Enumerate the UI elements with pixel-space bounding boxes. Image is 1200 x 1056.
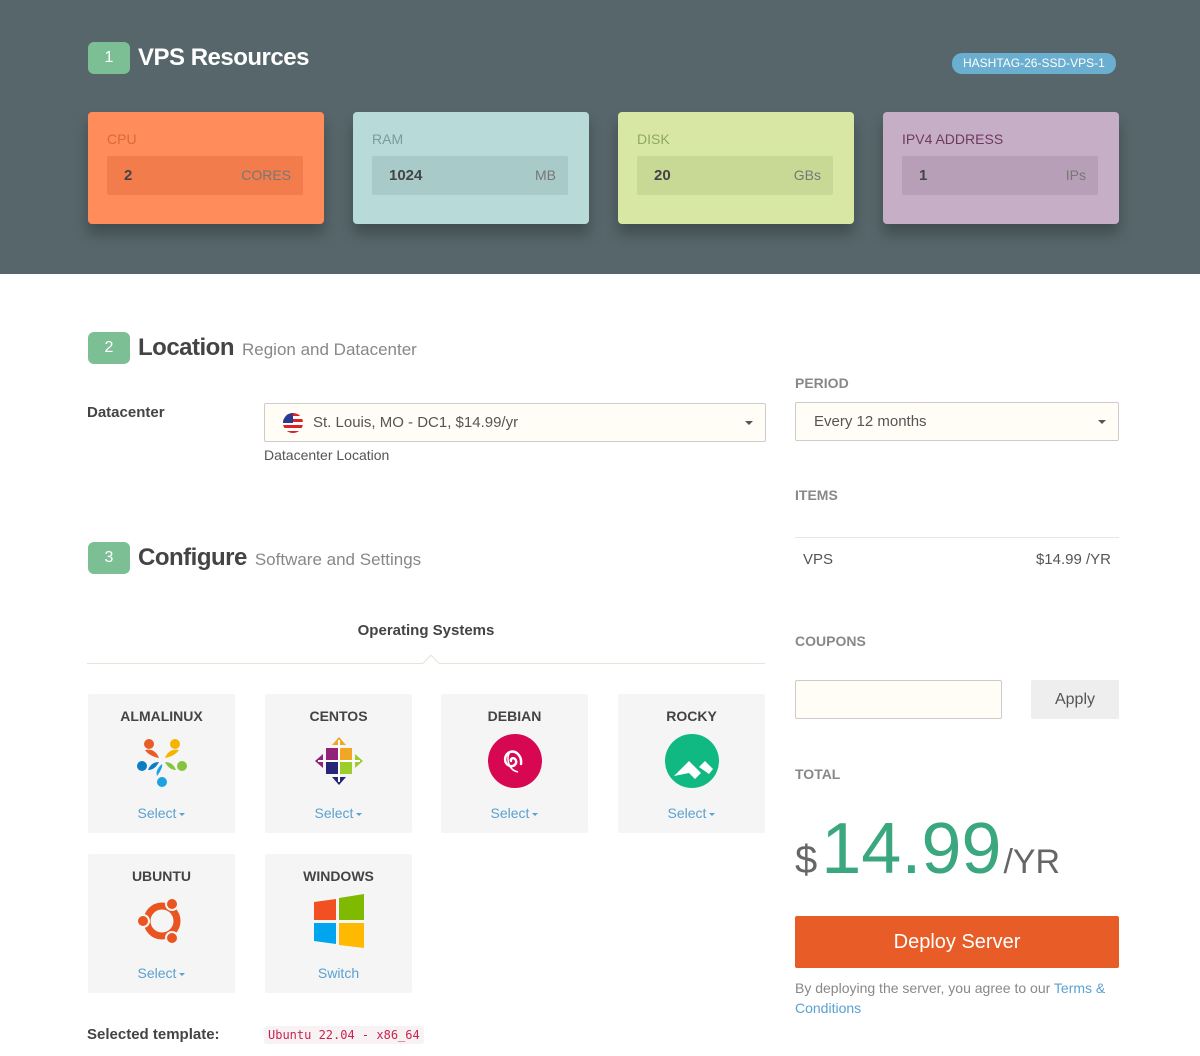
select-button[interactable]: Select [265, 805, 412, 821]
switch-button[interactable]: Switch [265, 965, 412, 981]
disk-value-box[interactable]: 20 GBs [637, 156, 833, 195]
total-price: $ 14.99 /YR [795, 808, 1060, 890]
datacenter-help: Datacenter Location [264, 447, 390, 463]
apply-button[interactable]: Apply [1031, 680, 1119, 719]
datacenter-value: St. Louis, MO - DC1, $14.99/yr [313, 414, 519, 431]
location-title-row: 2 Location Region and Datacenter [88, 332, 417, 364]
caret-down-icon [179, 972, 186, 976]
os-card-windows[interactable]: WINDOWS Switch [265, 854, 412, 993]
os-card-debian[interactable]: DEBIAN Select [441, 694, 588, 833]
period-label: PERIOD [795, 375, 849, 391]
cpu-label: CPU [107, 131, 137, 147]
cpu-value: 2 [124, 167, 133, 184]
datacenter-label: Datacenter [87, 404, 165, 421]
windows-icon [314, 894, 364, 948]
total-period: /YR [1003, 843, 1061, 881]
configure-title-row: 3 Configure Software and Settings [88, 542, 421, 574]
legal-notice: By deploying the server, you agree to ou… [795, 978, 1125, 1018]
tab-operating-systems[interactable]: Operating Systems [87, 622, 765, 639]
product-badge: HASHTAG-26-SSD-VPS-1 [952, 53, 1116, 74]
location-title: Location [138, 334, 235, 361]
location-subtitle: Region and Datacenter [242, 340, 417, 359]
debian-icon [488, 734, 542, 788]
rocky-icon [665, 734, 719, 788]
items-divider [795, 537, 1119, 538]
cpu-unit: CORES [241, 167, 291, 183]
os-name: WINDOWS [303, 868, 374, 884]
selected-template-label: Selected template: [87, 1026, 220, 1043]
os-card-rocky[interactable]: ROCKY Select [618, 694, 765, 833]
step-badge-3: 3 [88, 542, 130, 574]
step-badge-2: 2 [88, 332, 130, 364]
os-name: DEBIAN [487, 708, 542, 724]
ipv4-card: IPV4 ADDRESS 1 IPs [883, 112, 1119, 224]
select-button[interactable]: Select [88, 965, 235, 981]
ipv4-value: 1 [919, 167, 928, 184]
os-name: CENTOS [309, 708, 368, 724]
total-currency: $ [795, 838, 818, 882]
total-amount: 14.99 [821, 809, 1002, 889]
items-label: ITEMS [795, 487, 838, 503]
disk-value: 20 [654, 167, 671, 184]
item-name: VPS [803, 551, 834, 568]
centos-icon [315, 737, 363, 785]
select-button[interactable]: Select [88, 805, 235, 821]
caret-down-icon [709, 812, 716, 816]
ram-unit: MB [535, 167, 556, 183]
coupon-input[interactable] [795, 680, 1002, 719]
select-button[interactable]: Select [441, 805, 588, 821]
period-value: Every 12 months [814, 413, 927, 430]
ram-card: RAM 1024 MB [353, 112, 589, 224]
tab-active-indicator [422, 654, 440, 672]
configure-subtitle: Software and Settings [254, 550, 422, 569]
os-card-centos[interactable]: CENTOS Select [265, 694, 412, 833]
deploy-server-button[interactable]: Deploy Server [795, 916, 1119, 968]
os-name: ALMALINUX [120, 708, 203, 724]
configure-title: Configure [138, 544, 247, 571]
ipv4-label: IPV4 ADDRESS [902, 131, 1004, 147]
chevron-down-icon [1098, 420, 1106, 424]
ram-value-box[interactable]: 1024 MB [372, 156, 568, 195]
chevron-down-icon [745, 421, 753, 425]
ipv4-value-box[interactable]: 1 IPs [902, 156, 1098, 195]
us-flag-icon [283, 412, 303, 433]
caret-down-icon [532, 812, 539, 816]
ram-value: 1024 [389, 167, 423, 184]
disk-unit: GBs [793, 167, 821, 183]
ram-label: RAM [372, 131, 404, 147]
caret-down-icon [179, 812, 186, 816]
total-label: TOTAL [795, 766, 841, 782]
disk-label: DISK [637, 131, 670, 147]
coupons-label: COUPONS [795, 633, 866, 649]
selected-template-value: Ubuntu 22.04 - x86_64 [264, 1026, 424, 1044]
select-button[interactable]: Select [618, 805, 765, 821]
item-price: $14.99 /YR [1035, 551, 1111, 568]
os-name: UBUNTU [131, 868, 192, 884]
legal-text: By deploying the server, you agree to ou… [795, 980, 1054, 996]
os-card-almalinux[interactable]: ALMALINUX Select [88, 694, 235, 833]
resources-title-row: 1 VPS Resources [88, 42, 309, 74]
step-badge-1: 1 [88, 42, 130, 74]
ipv4-unit: IPs [1065, 167, 1086, 183]
caret-down-icon [356, 812, 363, 816]
os-card-ubuntu[interactable]: UBUNTU Select [88, 854, 235, 993]
resources-header: 1 VPS Resources HASHTAG-26-SSD-VPS-1 CPU… [0, 0, 1200, 274]
period-select[interactable]: Every 12 months [795, 402, 1119, 441]
os-name: ROCKY [666, 708, 717, 724]
almalinux-icon [137, 739, 187, 787]
ubuntu-icon [136, 897, 181, 945]
resources-title: VPS Resources [138, 44, 309, 71]
cpu-card: CPU 2 CORES [88, 112, 324, 224]
disk-card: DISK 20 GBs [618, 112, 854, 224]
datacenter-select[interactable]: St. Louis, MO - DC1, $14.99/yr [264, 403, 766, 442]
cpu-value-box[interactable]: 2 CORES [107, 156, 303, 195]
